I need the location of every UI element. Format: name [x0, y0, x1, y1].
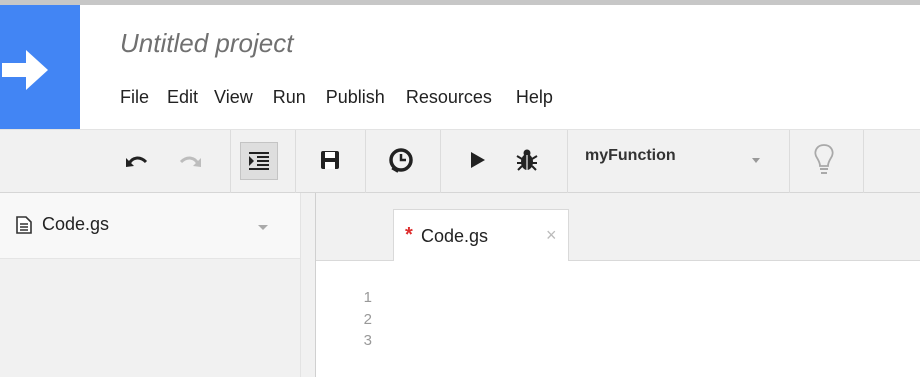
- line-number: 1: [363, 289, 372, 306]
- toolbar-divider: [230, 130, 231, 193]
- toolbar-divider: [440, 130, 441, 193]
- line-number-gutter: 1 2 3: [316, 261, 378, 377]
- menu-run[interactable]: Run: [273, 87, 306, 108]
- close-icon[interactable]: ×: [546, 225, 557, 246]
- save-icon: [321, 151, 339, 169]
- chevron-down-icon[interactable]: [258, 225, 268, 230]
- indent-icon: [249, 152, 269, 170]
- file-list-item[interactable]: Code.gs: [0, 193, 300, 259]
- undo-icon: [126, 156, 148, 167]
- chevron-down-icon[interactable]: [752, 158, 760, 163]
- tab-label: Code.gs: [421, 226, 489, 246]
- debug-button[interactable]: [512, 145, 542, 175]
- run-play-icon: [471, 152, 485, 168]
- unsaved-marker: *: [405, 224, 413, 246]
- editor-tab-strip: * Code.gs ×: [316, 193, 920, 262]
- run-button[interactable]: [467, 148, 489, 172]
- file-panel: Code.gs: [0, 193, 300, 377]
- top-border: [0, 0, 920, 5]
- toolbar: myFunction: [0, 129, 920, 193]
- toolbar-divider: [567, 130, 568, 193]
- toolbar-divider: [789, 130, 790, 193]
- editor-tab[interactable]: * Code.gs ×: [393, 209, 569, 262]
- code-editor[interactable]: 1 2 3: [316, 261, 920, 377]
- toolbar-divider: [295, 130, 296, 193]
- line-number: 3: [363, 332, 372, 349]
- save-button[interactable]: [317, 147, 343, 173]
- lightbulb-button[interactable]: [810, 142, 838, 178]
- toolbar-divider: [863, 130, 864, 193]
- toolbar-divider: [365, 130, 366, 193]
- apps-script-logo[interactable]: [0, 5, 80, 129]
- line-number: 2: [363, 311, 372, 328]
- redo-icon: [179, 156, 201, 167]
- function-select[interactable]: myFunction: [585, 147, 676, 165]
- menu-view[interactable]: View: [214, 87, 253, 108]
- file-document-icon: [16, 216, 32, 234]
- file-name: Code.gs: [42, 214, 110, 234]
- project-title[interactable]: Untitled project: [120, 28, 293, 59]
- menu-bar: File Edit View Run Publish Resources Hel…: [120, 87, 571, 108]
- undo-button[interactable]: [124, 148, 150, 174]
- menu-file[interactable]: File: [120, 87, 149, 108]
- arrow-right-icon: [2, 50, 48, 90]
- redo-button[interactable]: [177, 148, 203, 174]
- menu-help[interactable]: Help: [516, 87, 553, 108]
- triggers-button[interactable]: [387, 146, 415, 174]
- indent-button[interactable]: [240, 142, 278, 180]
- panel-splitter[interactable]: [300, 193, 316, 377]
- lightbulb-icon: [814, 144, 834, 174]
- menu-publish[interactable]: Publish: [326, 87, 385, 108]
- clock-trigger-icon: [389, 148, 413, 173]
- menu-resources[interactable]: Resources: [406, 87, 492, 108]
- menu-edit[interactable]: Edit: [167, 87, 198, 108]
- debug-bug-icon: [516, 149, 538, 171]
